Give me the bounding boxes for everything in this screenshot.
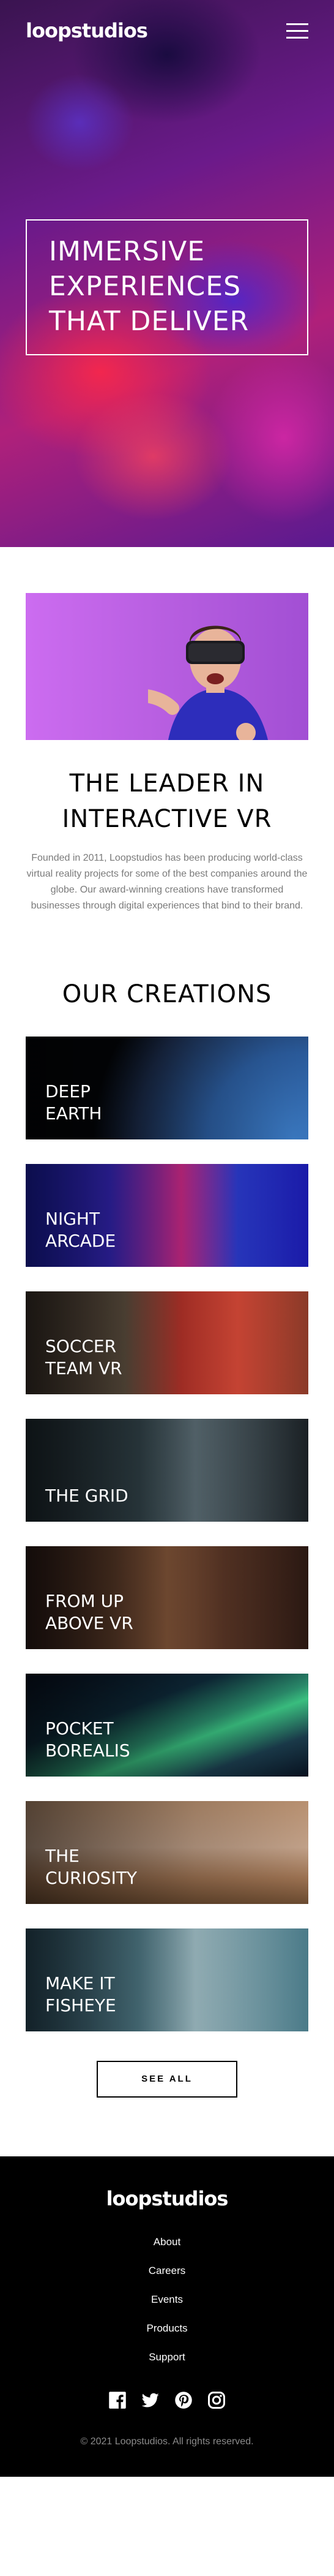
footer-link-products[interactable]: Products [0, 2321, 334, 2335]
interactive-title: THE LEADER IN INTERACTIVE VR [62, 769, 272, 833]
creation-card-label: THE CURIOSITY [45, 1846, 138, 1888]
brand-logo[interactable]: loopstudios [26, 19, 148, 42]
twitter-icon[interactable] [141, 2391, 160, 2409]
hero-headline-box: IMMERSIVE EXPERIENCES THAT DELIVER [26, 219, 308, 355]
creation-card-label: NIGHT ARCADE [45, 1209, 116, 1251]
footer: loopstudios About Careers Events Product… [0, 2156, 334, 2477]
creation-card-deep-earth[interactable]: DEEP EARTH [26, 1037, 308, 1139]
creations-title: OUR CREATIONS [62, 980, 272, 1008]
facebook-icon[interactable] [108, 2391, 127, 2409]
pinterest-icon[interactable] [174, 2391, 193, 2409]
hero-background-glow [24, 74, 135, 172]
creation-card-label: FROM UP ABOVE VR [45, 1591, 133, 1633]
hero-background-glow [73, 392, 232, 521]
footer-link-careers[interactable]: Careers [0, 2264, 334, 2278]
hero-headline: IMMERSIVE EXPERIENCES THAT DELIVER [49, 236, 250, 337]
creation-card-the-curiosity[interactable]: THE CURIOSITY [26, 1801, 308, 1904]
creation-card-make-it-fisheye[interactable]: MAKE IT FISHEYE [26, 1928, 308, 2031]
social-links [0, 2391, 334, 2409]
creation-card-soccer-team-vr[interactable]: SOCCER TEAM VR [26, 1291, 308, 1394]
interactive-body: Founded in 2011, Loopstudios has been pr… [26, 853, 308, 911]
see-all-button[interactable]: SEE ALL [97, 2061, 237, 2098]
creation-card-night-arcade[interactable]: NIGHT ARCADE [26, 1164, 308, 1267]
interactive-section: THE LEADER IN INTERACTIVE VR Founded in … [0, 547, 334, 914]
footer-logo[interactable]: loopstudios [0, 2187, 334, 2210]
creation-card-the-grid[interactable]: THE GRID [26, 1419, 308, 1522]
hamburger-icon[interactable] [286, 22, 308, 39]
creation-card-from-up-above-vr[interactable]: FROM UP ABOVE VR [26, 1546, 308, 1649]
footer-link-support[interactable]: Support [0, 2350, 334, 2364]
copyright-text: © 2021 Loopstudios. All rights reserved. [80, 2436, 254, 2447]
top-bar: loopstudios [0, 0, 334, 61]
creations-section: OUR CREATIONS DEEP EARTH NIGHT ARCADE SO… [0, 914, 334, 2156]
creation-card-pocket-borealis[interactable]: POCKET BOREALIS [26, 1674, 308, 1777]
vr-headset-image [26, 593, 308, 740]
creation-card-label: THE GRID [45, 1486, 128, 1506]
creation-card-label: SOCCER TEAM VR [45, 1336, 122, 1378]
creation-card-label: DEEP EARTH [45, 1081, 102, 1124]
instagram-icon[interactable] [207, 2391, 226, 2409]
footer-link-about[interactable]: About [0, 2235, 334, 2249]
creation-card-label: POCKET BOREALIS [45, 1718, 130, 1761]
footer-link-events[interactable]: Events [0, 2292, 334, 2306]
footer-nav: About Careers Events Products Support [0, 2235, 334, 2364]
vr-user-illustration [148, 625, 269, 740]
hero-section: loopstudios IMMERSIVE EXPERIENCES THAT D… [0, 0, 334, 547]
creation-card-label: MAKE IT FISHEYE [45, 1973, 116, 2015]
